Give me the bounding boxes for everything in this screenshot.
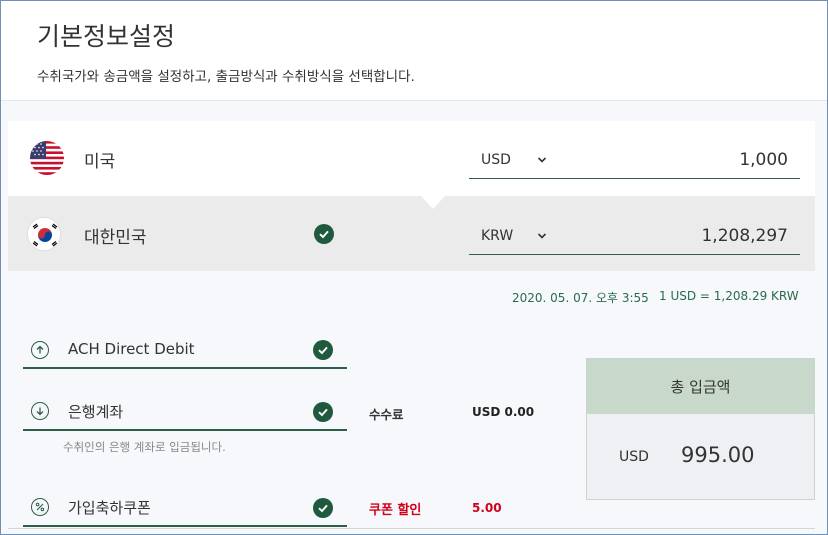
- fee-label: 수수료: [369, 407, 404, 422]
- deposit-method-select[interactable]: 은행계좌: [23, 395, 347, 431]
- receive-country-name: 대한민국: [84, 228, 147, 248]
- deposit-note: 수취인의 은행 계좌로 입금됩니다.: [63, 440, 226, 454]
- check-icon: [313, 402, 333, 422]
- check-icon: [314, 224, 334, 244]
- page-title: 기본정보설정: [37, 22, 176, 51]
- divider: [23, 525, 347, 527]
- check-icon: [313, 340, 333, 360]
- us-flag-icon: [30, 141, 64, 175]
- coupon-label: 가입축하쿠폰: [68, 499, 151, 517]
- exchange-rate: 1 USD = 1,208.29 KRW: [659, 289, 799, 303]
- receive-country-row[interactable]: 대한민국 KRW 1,208,297: [8, 196, 815, 271]
- send-currency-select[interactable]: USD: [469, 141, 559, 178]
- chevron-down-icon: [537, 157, 547, 163]
- send-amount-input[interactable]: 1,000: [568, 150, 788, 170]
- total-title: 총 입금액: [587, 359, 814, 414]
- receive-currency-select[interactable]: KRW: [469, 217, 559, 254]
- deposit-method-label: 은행계좌: [68, 403, 124, 421]
- fee-value: USD 0.00: [472, 405, 535, 419]
- arrow-down-circle-icon: [31, 402, 49, 420]
- divider: [23, 367, 347, 369]
- coupon-discount-value: 5.00: [472, 501, 502, 515]
- page-header: 기본정보설정 수취국가와 송금액을 설정하고, 출금방식과 수취방식을 선택합니…: [1, 1, 827, 101]
- divider: [8, 528, 815, 529]
- coupon-select[interactable]: 가입축하쿠폰: [23, 491, 347, 527]
- kr-flag-icon: [27, 217, 61, 251]
- selection-notch: [421, 196, 445, 209]
- send-currency-value: USD: [481, 152, 511, 168]
- arrow-up-circle-icon: [31, 341, 49, 359]
- total-panel: 총 입금액 USD 995.00: [586, 358, 815, 500]
- send-country-row: 미국 USD 1,000: [8, 121, 815, 196]
- receive-amount-value: 1,208,297: [701, 226, 788, 246]
- withdraw-method-select[interactable]: ACH Direct Debit: [23, 333, 347, 369]
- chevron-down-icon: [537, 233, 547, 239]
- total-currency: USD: [619, 449, 649, 465]
- send-amount-field: USD 1,000: [469, 141, 800, 179]
- page-subtitle: 수취국가와 송금액을 설정하고, 출금방식과 수취방식을 선택합니다.: [37, 69, 415, 85]
- withdraw-method-label: ACH Direct Debit: [68, 340, 195, 358]
- send-country-name: 미국: [84, 152, 116, 172]
- receive-amount-field: KRW 1,208,297: [469, 217, 800, 255]
- divider: [23, 429, 347, 431]
- receive-currency-value: KRW: [481, 228, 514, 244]
- total-amount: 995.00: [681, 443, 755, 467]
- country-card: 미국 USD 1,000 대한민국 KRW 1,208,297: [8, 121, 815, 271]
- check-icon: [313, 498, 333, 518]
- percent-circle-icon: [31, 498, 49, 516]
- coupon-discount-label: 쿠폰 할인: [369, 503, 422, 518]
- rate-timestamp: 2020. 05. 07. 오후 3:55: [512, 291, 649, 305]
